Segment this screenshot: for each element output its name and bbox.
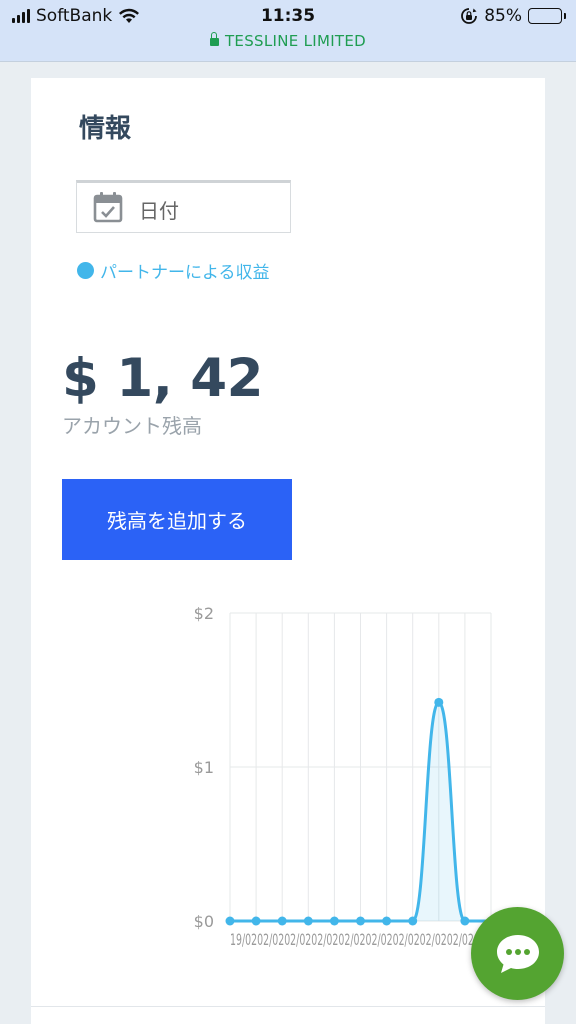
chart-point [382,916,392,926]
chart-y-tick-label: $1 [194,758,214,777]
date-filter-input[interactable]: 日付 [76,180,291,233]
chart-y-tick-label: $2 [194,604,214,623]
url-bar[interactable]: TESSLINE LIMITED [0,32,576,50]
chart-y-tick-label: $0 [194,912,214,931]
chart-point [329,916,339,926]
chat-button[interactable] [471,907,564,1000]
chart-point [303,916,313,926]
calendar-icon [93,191,123,227]
account-balance-value: $ 1, 42 [62,348,264,409]
add-balance-button[interactable]: 残高を追加する [62,479,292,560]
earnings-chart: $0 $1 $2 19/0202/0202/0202/0202/0202/0202/0… [194,604,496,949]
chart-legend-item[interactable]: パートナーによる収益 [77,258,270,283]
legend-dot [77,262,94,279]
chart-point [408,916,418,926]
chart-point [225,916,235,926]
legend-label: パートナーによる収益 [100,263,270,283]
chat-bubble-icon [496,934,539,973]
account-balance-label: アカウント残高 [62,414,202,438]
page-title: 情報 [79,114,132,144]
rotation-lock-icon [461,8,478,24]
lock-icon [209,32,219,46]
next-card [31,1007,545,1024]
battery-icon [528,8,566,24]
status-bar: SoftBank 11:35 85% TESSLINE LIMITED [0,0,576,62]
chart-point [434,697,444,707]
chart-point [460,916,470,926]
chart-point [356,916,365,926]
battery-percent: 85% [484,6,522,26]
status-bar-right: 85% [460,6,566,26]
chart-x-tick-labels: 19/0202/0202/0202/0202/0202/0202/0202/02… [230,930,495,949]
chart-point [277,916,287,926]
chart-point [251,916,261,926]
date-filter-label: 日付 [139,199,179,223]
site-name: TESSLINE LIMITED [224,32,367,50]
